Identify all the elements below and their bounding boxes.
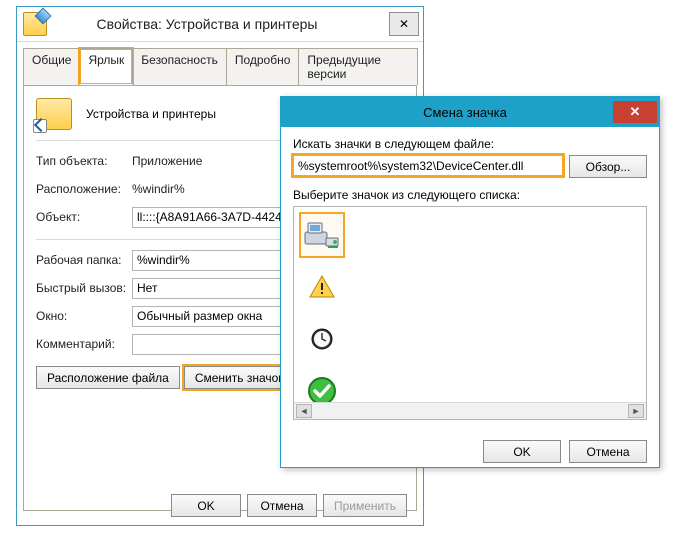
- icon-path-input[interactable]: [293, 155, 563, 176]
- tab-shortcut[interactable]: Ярлык: [79, 48, 133, 85]
- change-icon-titlebar[interactable]: Смена значка ✕: [281, 97, 659, 127]
- icon-list-scrollbar[interactable]: ◄ ►: [294, 402, 646, 419]
- change-icon-dialog: Смена значка ✕ Искать значки в следующем…: [280, 96, 660, 468]
- comment-label: Комментарий:: [36, 337, 132, 351]
- target-type-label: Тип объекта:: [36, 154, 132, 168]
- apply-button[interactable]: Применить: [323, 494, 407, 517]
- scroll-left-icon[interactable]: ◄: [296, 404, 312, 418]
- ok-button[interactable]: OK: [171, 494, 241, 517]
- tab-security[interactable]: Безопасность: [132, 48, 227, 85]
- properties-footer: OK Отмена Применить: [17, 494, 423, 517]
- search-path-label: Искать значки в следующем файле:: [293, 137, 647, 151]
- properties-titlebar[interactable]: Свойства: Устройства и принтеры ✕: [17, 7, 423, 42]
- run-label: Окно:: [36, 309, 132, 323]
- change-icon-footer: OK Отмена: [281, 430, 659, 463]
- startin-label: Рабочая папка:: [36, 253, 132, 267]
- scroll-right-icon[interactable]: ►: [628, 404, 644, 418]
- shortcut-large-icon: [36, 98, 72, 130]
- warning-icon[interactable]: [300, 265, 344, 309]
- hotkey-label: Быстрый вызов:: [36, 281, 132, 295]
- icon-list-label: Выберите значок из следующего списка:: [293, 188, 647, 202]
- open-file-location-button[interactable]: Расположение файла: [36, 366, 180, 389]
- ok-button[interactable]: OK: [483, 440, 561, 463]
- tab-general[interactable]: Общие: [23, 48, 80, 85]
- tab-details[interactable]: Подробно: [226, 48, 300, 85]
- close-button[interactable]: ✕: [613, 101, 657, 123]
- browse-button[interactable]: Обзор...: [569, 155, 647, 178]
- icon-list[interactable]: ◄ ►: [293, 206, 647, 420]
- cancel-button[interactable]: Отмена: [569, 440, 647, 463]
- change-icon-title: Смена значка: [317, 105, 613, 120]
- devices-printers-icon[interactable]: [300, 213, 344, 257]
- target-label: Объект:: [36, 210, 132, 224]
- window-icon: [23, 12, 47, 36]
- tab-strip: Общие Ярлык Безопасность Подробно Предыд…: [17, 42, 423, 85]
- close-button[interactable]: ✕: [389, 12, 419, 36]
- window-title: Свойства: Устройства и принтеры: [55, 16, 389, 32]
- cancel-button[interactable]: Отмена: [247, 494, 317, 517]
- location-label: Расположение:: [36, 182, 132, 196]
- clock-icon[interactable]: [300, 317, 344, 361]
- tab-previous-versions[interactable]: Предыдущие версии: [298, 48, 418, 85]
- shortcut-name: Устройства и принтеры: [86, 107, 216, 121]
